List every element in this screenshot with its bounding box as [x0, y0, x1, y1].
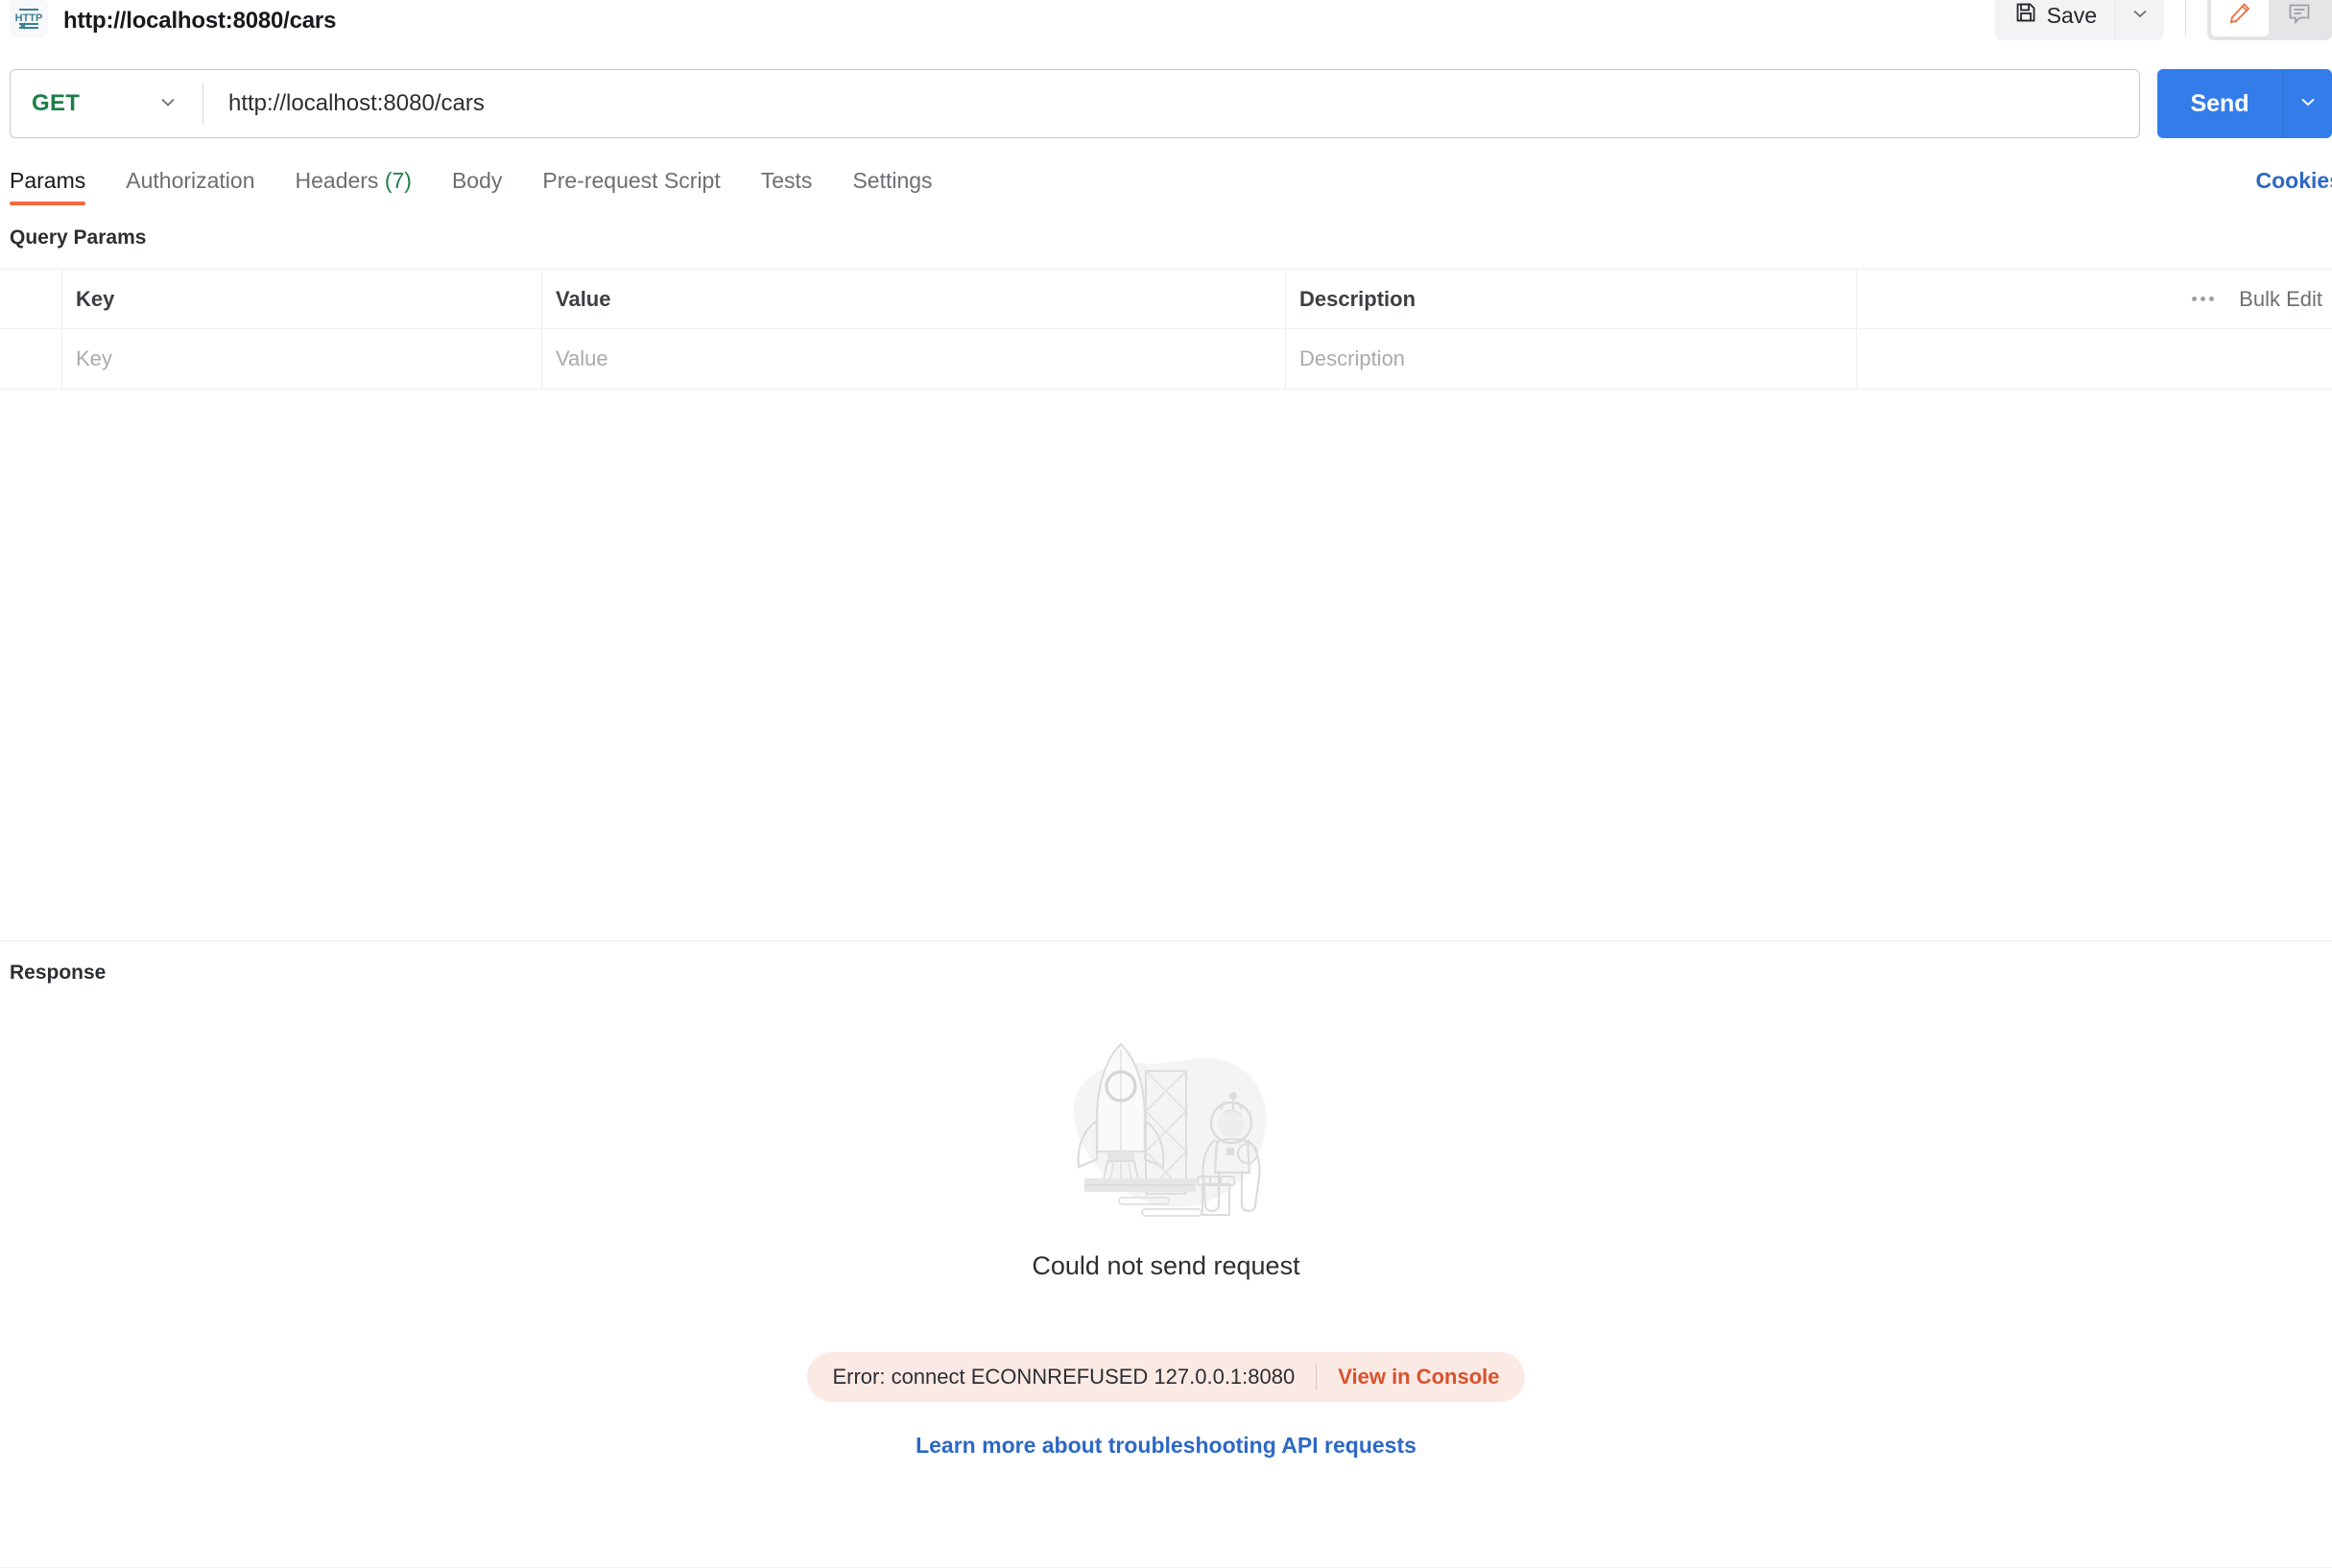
floppy-disk-icon — [2014, 1, 2037, 30]
tab-tests[interactable]: Tests — [761, 168, 813, 205]
troubleshooting-help-link[interactable]: Learn more about troubleshooting API req… — [916, 1433, 1416, 1459]
tab-authorization-label: Authorization — [126, 168, 255, 193]
save-dropdown-button[interactable] — [2114, 0, 2164, 40]
send-dropdown-button[interactable] — [2282, 69, 2332, 138]
query-params-title: Query Params — [10, 226, 147, 249]
query-params-table: Key Value Description Bulk Edit Key Valu… — [0, 269, 2332, 390]
request-header-bar: HTTP http://localhost:8080/cars Save — [0, 0, 2332, 42]
tab-params-label: Params — [10, 168, 86, 193]
table-actions-cell: Bulk Edit — [1857, 270, 2332, 328]
rocket-astronaut-illustration — [1046, 1017, 1286, 1228]
http-protocol-icon: HTTP — [10, 0, 48, 37]
edit-mode-button[interactable] — [2211, 0, 2269, 36]
send-button[interactable]: Send — [2157, 69, 2282, 138]
row-description-cell[interactable]: Description — [1286, 329, 1857, 389]
column-header-description: Description — [1286, 270, 1857, 328]
comment-icon — [2287, 1, 2312, 31]
table-header-row: Key Value Description Bulk Edit — [0, 270, 2332, 329]
tab-headers-count: (7) — [384, 168, 412, 193]
method-selector[interactable]: GET — [11, 70, 202, 137]
response-divider — [0, 940, 2332, 941]
column-header-value-label: Value — [556, 286, 611, 311]
row-key-placeholder: Key — [76, 346, 112, 370]
header-divider — [2185, 0, 2186, 36]
pencil-icon — [2227, 1, 2252, 31]
tab-settings-label: Settings — [852, 168, 933, 193]
request-title: http://localhost:8080/cars — [63, 8, 337, 34]
tab-headers[interactable]: Headers (7) — [296, 168, 412, 205]
tab-headers-label: Headers — [295, 168, 379, 193]
error-message: Error: connect ECONNREFUSED 127.0.0.1:80… — [832, 1365, 1296, 1389]
cookies-link[interactable]: Cookies — [2256, 168, 2332, 194]
tab-body[interactable]: Body — [452, 168, 502, 205]
response-empty-state: Could not send request Error: connect EC… — [0, 1017, 2332, 1459]
column-header-key: Key — [62, 270, 542, 328]
header-actions: Save — [1994, 0, 2332, 40]
column-header-key-label: Key — [76, 286, 115, 311]
row-value-cell[interactable]: Value — [542, 329, 1286, 389]
tab-pre-request-script[interactable]: Pre-request Script — [542, 168, 720, 205]
request-tabs: Params Authorization Headers (7) Body Pr… — [0, 161, 2332, 205]
chevron-down-icon — [156, 90, 179, 118]
ellipsis-icon[interactable] — [2175, 297, 2215, 301]
tab-params[interactable]: Params — [10, 168, 86, 205]
save-button-label: Save — [2046, 2, 2097, 28]
send-button-group: Send — [2157, 69, 2332, 138]
method-label: GET — [32, 90, 81, 116]
column-header-description-label: Description — [1299, 286, 1416, 311]
row-value-placeholder: Value — [556, 346, 608, 370]
tab-tests-label: Tests — [760, 168, 813, 193]
row-actions-cell — [1857, 329, 2332, 389]
table-row: Key Value Description — [0, 329, 2332, 389]
view-in-console-link[interactable]: View in Console — [1338, 1365, 1499, 1390]
error-banner-divider — [1316, 1364, 1318, 1390]
response-empty-title: Could not send request — [1032, 1251, 1300, 1280]
error-banner: Error: connect ECONNREFUSED 127.0.0.1:80… — [807, 1352, 1525, 1402]
response-label: Response — [10, 962, 107, 984]
tab-settings[interactable]: Settings — [852, 168, 932, 205]
chevron-down-icon — [2297, 91, 2319, 117]
save-button[interactable]: Save — [1995, 0, 2114, 40]
view-mode-toggle-group — [2207, 0, 2332, 40]
bulk-edit-button[interactable]: Bulk Edit — [2239, 287, 2332, 312]
tab-authorization[interactable]: Authorization — [126, 168, 254, 205]
row-key-cell[interactable]: Key — [62, 329, 542, 389]
row-description-placeholder: Description — [1299, 346, 1406, 370]
url-bar: GET — [10, 69, 2140, 138]
comments-button[interactable] — [2271, 0, 2328, 36]
chevron-down-icon — [2130, 3, 2151, 29]
column-header-value: Value — [542, 270, 1286, 328]
url-input[interactable] — [203, 70, 2139, 137]
tab-body-label: Body — [451, 168, 503, 193]
svg-text:HTTP: HTTP — [15, 12, 43, 24]
select-all-cell — [0, 270, 62, 328]
row-checkbox-cell[interactable] — [0, 329, 62, 389]
url-bar-row: GET Send — [0, 69, 2332, 138]
tab-pre-request-script-label: Pre-request Script — [542, 168, 721, 193]
save-button-group: Save — [1994, 0, 2164, 40]
